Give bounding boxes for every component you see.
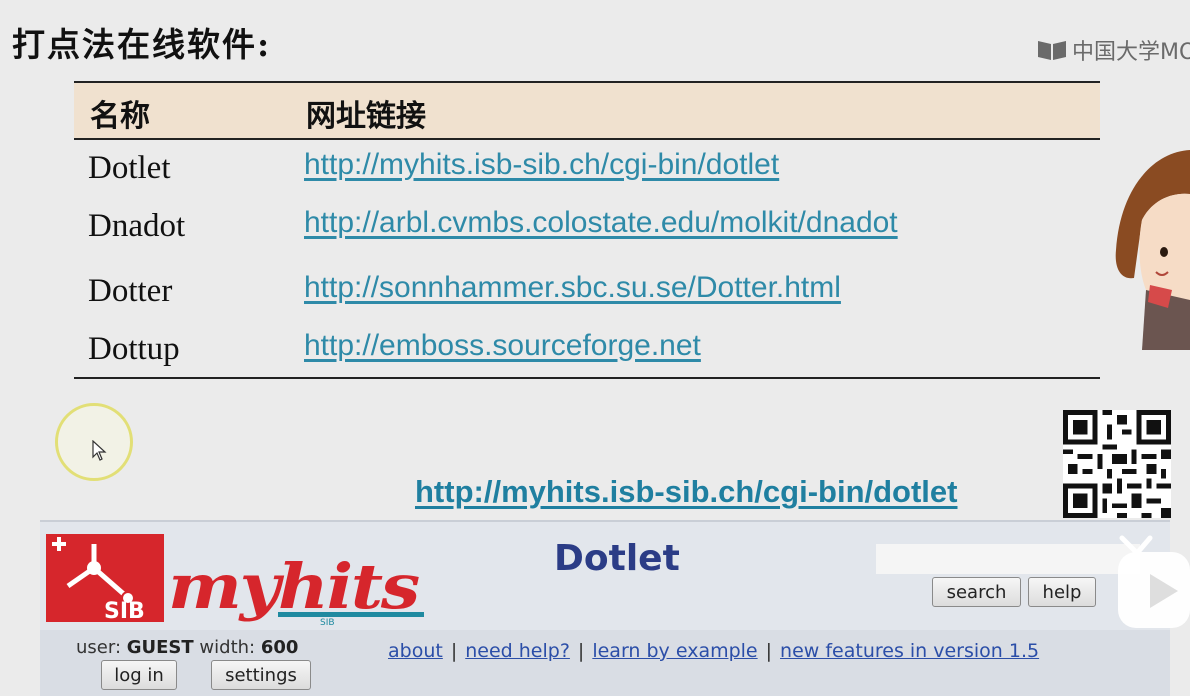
website-nav-links: about | need help? | learn by example | new fe…: [388, 640, 1039, 662]
qr-code-icon: [1063, 410, 1171, 518]
row-name-dotter: Dotter: [88, 273, 173, 309]
row-link-dnadot[interactable]: http://arbl.cvmbs.colostate.edu/molkit/d…: [304, 206, 898, 240]
search-input[interactable]: [876, 544, 1140, 574]
play-icon[interactable]: [1116, 530, 1190, 630]
nav-separator: |: [450, 640, 458, 662]
presenter-avatar: [1115, 150, 1190, 350]
dotlet-title: Dotlet: [554, 538, 680, 579]
highlight-link[interactable]: http://myhits.isb-sib.ch/cgi-bin/dotlet: [415, 474, 958, 510]
nav-link-need-help[interactable]: need help?: [465, 640, 570, 662]
user-label: user:: [76, 637, 122, 658]
brand-label: 中国大学MO: [1072, 40, 1190, 65]
nav-separator: |: [577, 640, 585, 662]
myhits-website: SIB myhits SIB Dotlet search help user: …: [40, 520, 1170, 696]
sib-logo[interactable]: SIB: [46, 534, 164, 622]
myhits-logo-sub: SIB: [320, 618, 335, 628]
width-value: 600: [260, 637, 299, 658]
nav-link-new-features[interactable]: new features in version 1.5: [780, 640, 1039, 662]
slide-title: 打点法在线软件:: [12, 25, 272, 64]
row-link-dotter[interactable]: http://sonnhammer.sbc.su.se/Dotter.html: [304, 271, 841, 305]
book-icon: [1038, 41, 1066, 60]
header-name: 名称: [90, 99, 150, 134]
user-name: GUEST: [126, 637, 194, 658]
help-button[interactable]: help: [1028, 577, 1096, 607]
width-label: width:: [199, 637, 256, 658]
cursor-icon: [92, 440, 107, 461]
nav-separator: |: [765, 640, 773, 662]
row-name-dnadot: Dnadot: [88, 208, 186, 244]
table-header: 名称 网址链接: [74, 83, 1100, 140]
header-url: 网址链接: [306, 99, 426, 134]
row-link-dottup[interactable]: http://emboss.sourceforge.net: [304, 329, 701, 363]
user-info: user: GUEST width: 600: [76, 637, 298, 658]
search-button[interactable]: search: [932, 577, 1021, 607]
row-link-dotlet[interactable]: http://myhits.isb-sib.ch/cgi-bin/dotlet: [304, 148, 779, 182]
table-bottom-rule: [74, 377, 1100, 379]
mooc-brand: 中国大学MO: [1036, 34, 1190, 66]
row-name-dotlet: Dotlet: [88, 150, 171, 186]
nav-link-learn-by-example[interactable]: learn by example: [592, 640, 757, 662]
row-name-dottup: Dottup: [88, 331, 180, 367]
nav-link-about[interactable]: about: [388, 640, 443, 662]
settings-button[interactable]: settings: [211, 660, 311, 690]
myhits-logo[interactable]: myhits SIB: [168, 528, 428, 628]
sib-logo-text: SIB: [104, 599, 145, 622]
login-button[interactable]: log in: [101, 660, 177, 690]
